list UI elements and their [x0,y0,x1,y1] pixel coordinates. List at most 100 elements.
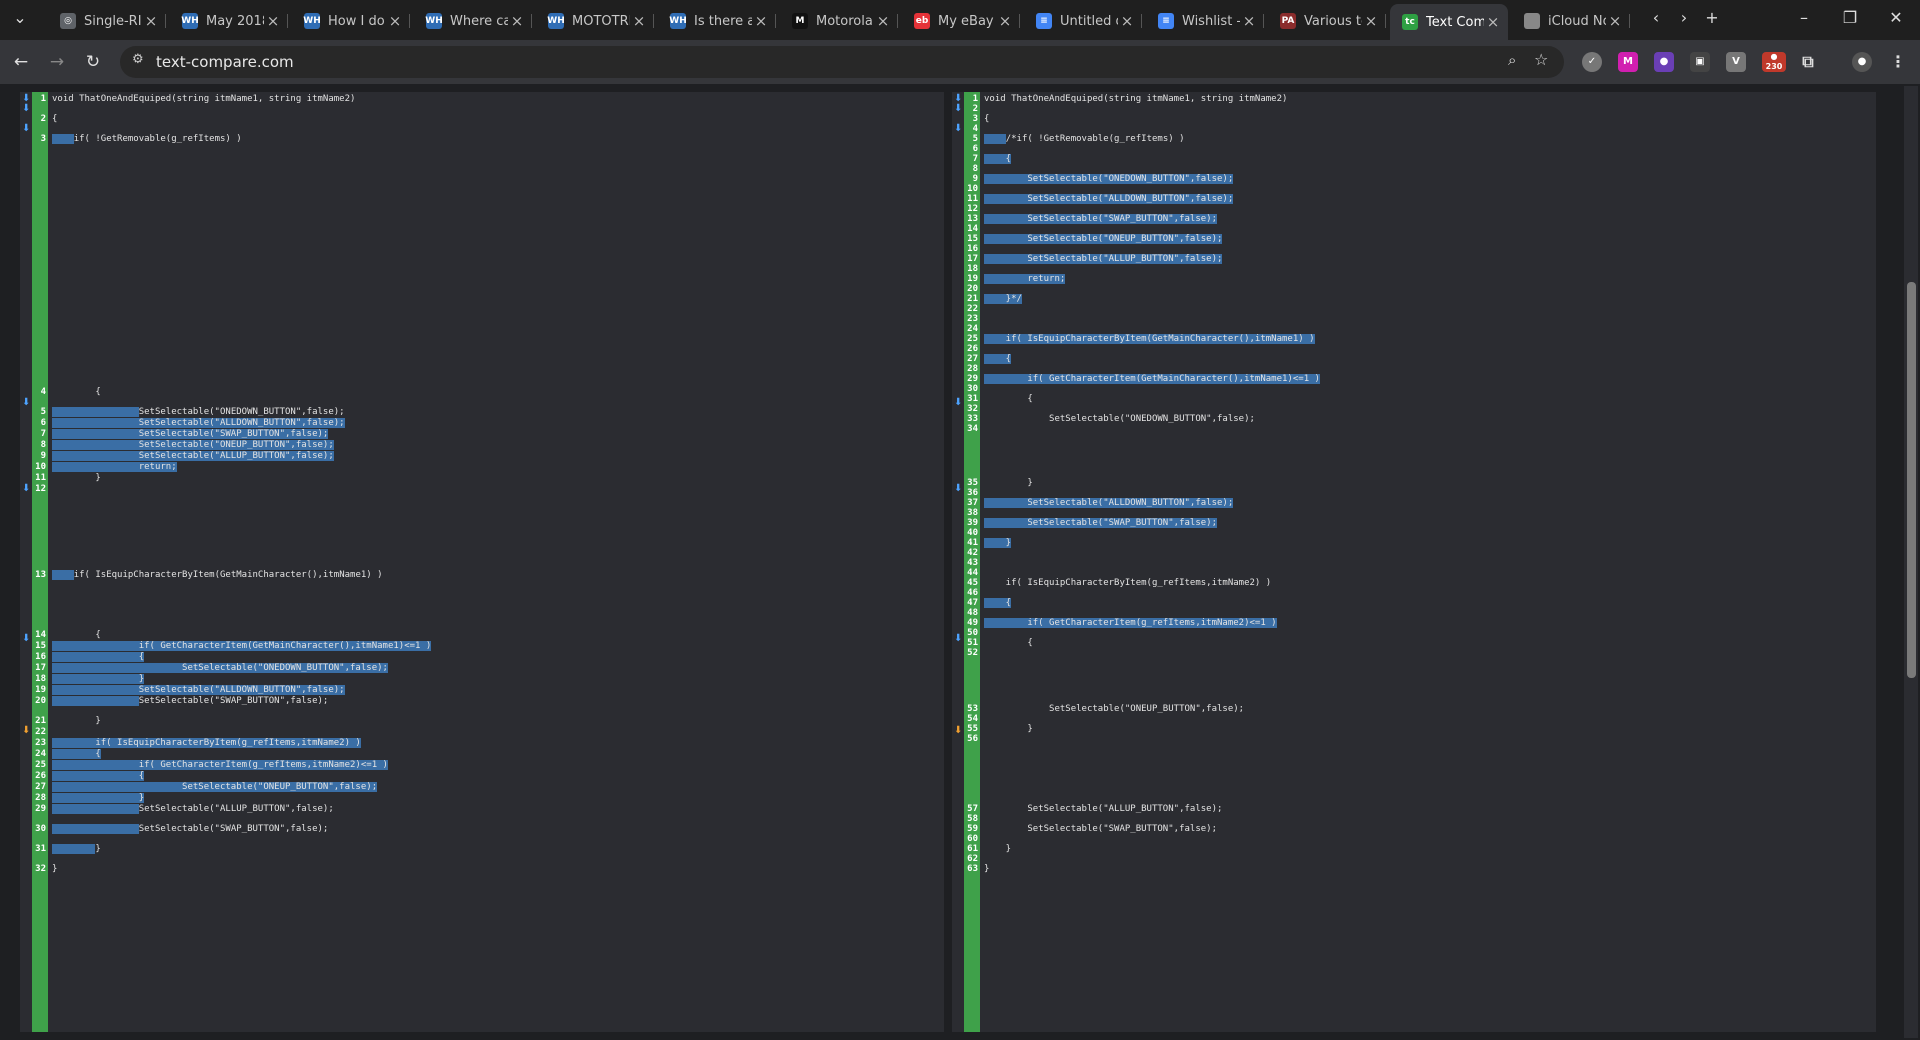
line-number: 5 [972,134,978,144]
tab-2[interactable]: WH How I do × [292,6,410,36]
line-number: 38 [967,508,978,518]
close-tab-icon[interactable]: × [874,12,892,30]
tab-5[interactable]: WH Is there a × [658,6,776,36]
extension-tab-icon[interactable]: ▣ [1690,52,1710,72]
menu-kebab-icon[interactable]: ⋮ [1888,52,1908,72]
line-number: 43 [967,558,978,568]
code-text: { [52,114,58,124]
tab-12[interactable]: iCloud No × [1512,6,1630,36]
forward-icon[interactable]: → [46,52,68,72]
line-number: 58 [967,814,978,824]
tab-6[interactable]: M Motorola × [780,6,898,36]
diff-jump-arrow-icon[interactable]: ⬇ [954,633,962,644]
line-number: 22 [35,727,46,737]
tab-7[interactable]: eb My eBay × [902,6,1020,36]
diff-jump-arrow-icon[interactable]: ⬇ [22,633,30,644]
line-number: 54 [967,714,978,724]
code-text: SetSelectable("SWAP_BUTTON",false); [984,214,1217,224]
diff-jump-arrow-icon[interactable]: ⬇ [954,123,962,134]
line-number: 20 [35,696,46,706]
close-tab-icon[interactable]: × [1484,13,1502,31]
code-text: { [984,114,990,124]
tab-9[interactable]: ≡ Wishlist - × [1146,6,1264,36]
tab-0[interactable]: ◎ Single-RI × [48,6,166,36]
scrollbar-thumb[interactable] [1907,282,1916,678]
diff-jump-arrow-icon[interactable]: ⬇ [22,483,30,494]
close-tab-icon[interactable]: × [508,12,526,30]
tab-3[interactable]: WH Where ca × [414,6,532,36]
diff-jump-arrow-icon[interactable]: ⬇ [954,397,962,408]
close-tab-icon[interactable]: × [386,12,404,30]
diff-jump-arrow-icon[interactable]: ⬇ [22,725,30,736]
extension-badge-icon[interactable]: ● 230 [1762,52,1786,72]
tab-10[interactable]: PA Various to× [1268,6,1386,36]
close-tab-icon[interactable]: × [1606,12,1624,30]
tab-4[interactable]: WH MOTOTRI × [536,6,654,36]
url-text[interactable]: text-compare.com [156,53,294,71]
diff-jump-arrow-icon[interactable]: ⬇ [22,103,30,114]
extension-paw-icon[interactable]: ● [1654,52,1674,72]
diff-jump-arrow-icon[interactable]: ⬇ [22,123,30,134]
code-text: SetSelectable("SWAP_BUTTON",false); [52,429,329,439]
line-number: 63 [967,864,978,874]
close-tab-icon[interactable]: × [1362,12,1380,30]
close-window-icon[interactable]: ✕ [1884,8,1908,27]
close-tab-icon[interactable]: × [1118,12,1136,30]
tab-11[interactable]: tc Text Com × [1390,4,1508,40]
line-number: 27 [967,354,978,364]
new-tab-icon[interactable]: + [1700,8,1724,27]
left-text-pane[interactable]: 1 void ThatOneAndEquiped(string itmName1,… [20,92,944,1032]
tab-search-icon[interactable]: ⌄ [8,8,32,27]
line-number: 52 [967,648,978,658]
reload-icon[interactable]: ↻ [82,52,104,72]
back-icon[interactable]: ← [10,52,32,72]
diff-jump-arrow-icon[interactable]: ⬇ [954,103,962,114]
close-tab-icon[interactable]: × [1240,12,1258,30]
diff-jump-arrow-icon[interactable]: ⬇ [954,483,962,494]
line-number: 31 [35,844,46,854]
line-number: 50 [967,628,978,638]
line-number: 25 [35,760,46,770]
profile-avatar[interactable]: ● [1852,52,1872,72]
extension-v-icon[interactable]: V [1726,52,1746,72]
close-tab-icon[interactable]: × [630,12,648,30]
extension-m-icon[interactable]: M [1618,52,1638,72]
bookmark-star-icon[interactable]: ☆ [1534,50,1548,69]
line-number: 42 [967,548,978,558]
restore-icon[interactable]: ❐ [1838,8,1862,27]
right-text-pane[interactable]: 1 void ThatOneAndEquiped(string itmName1,… [952,92,1876,1032]
code-text: } [984,478,1033,488]
code-text: if( IsEquipCharacterByItem(GetMainCharac… [984,334,1315,344]
page-scrollbar[interactable] [1904,86,1918,1038]
line-number: 12 [967,204,978,214]
line-number: 10 [35,462,46,472]
scroll-tabs-right-icon[interactable]: › [1672,8,1696,27]
close-tab-icon[interactable]: × [996,12,1014,30]
line-number: 6 [40,418,46,428]
scroll-tabs-left-icon[interactable]: ‹ [1644,8,1668,27]
tab-title: How I do [328,13,385,29]
line-number: 15 [967,234,978,244]
address-bar[interactable]: ⚙ text-compare.com ⌕ ☆ [120,46,1564,78]
line-number: 1 [40,94,46,104]
site-info-icon[interactable]: ⚙ [132,52,144,67]
close-tab-icon[interactable]: × [264,12,282,30]
line-number: 53 [967,704,978,714]
line-number: 31 [967,394,978,404]
line-number: 18 [967,264,978,274]
extensions-puzzle-icon[interactable]: ⧉ [1798,52,1818,72]
docs-icon: ≡ [1158,13,1174,29]
extension-check-icon[interactable]: ✓ [1582,52,1602,72]
minimize-icon[interactable]: – [1792,8,1816,27]
close-tab-icon[interactable]: × [752,12,770,30]
tab-8[interactable]: ≡ Untitled d × [1024,6,1142,36]
zoom-icon[interactable]: ⌕ [1508,51,1516,69]
line-number: 23 [967,314,978,324]
diff-jump-arrow-icon[interactable]: ⬇ [22,397,30,408]
diff-jump-arrow-icon[interactable]: ⬇ [954,725,962,736]
line-number: 15 [35,641,46,651]
line-number: 33 [967,414,978,424]
close-tab-icon[interactable]: × [142,12,160,30]
code-text: { [984,354,1012,364]
tab-1[interactable]: WH May 2018 × [170,6,288,36]
